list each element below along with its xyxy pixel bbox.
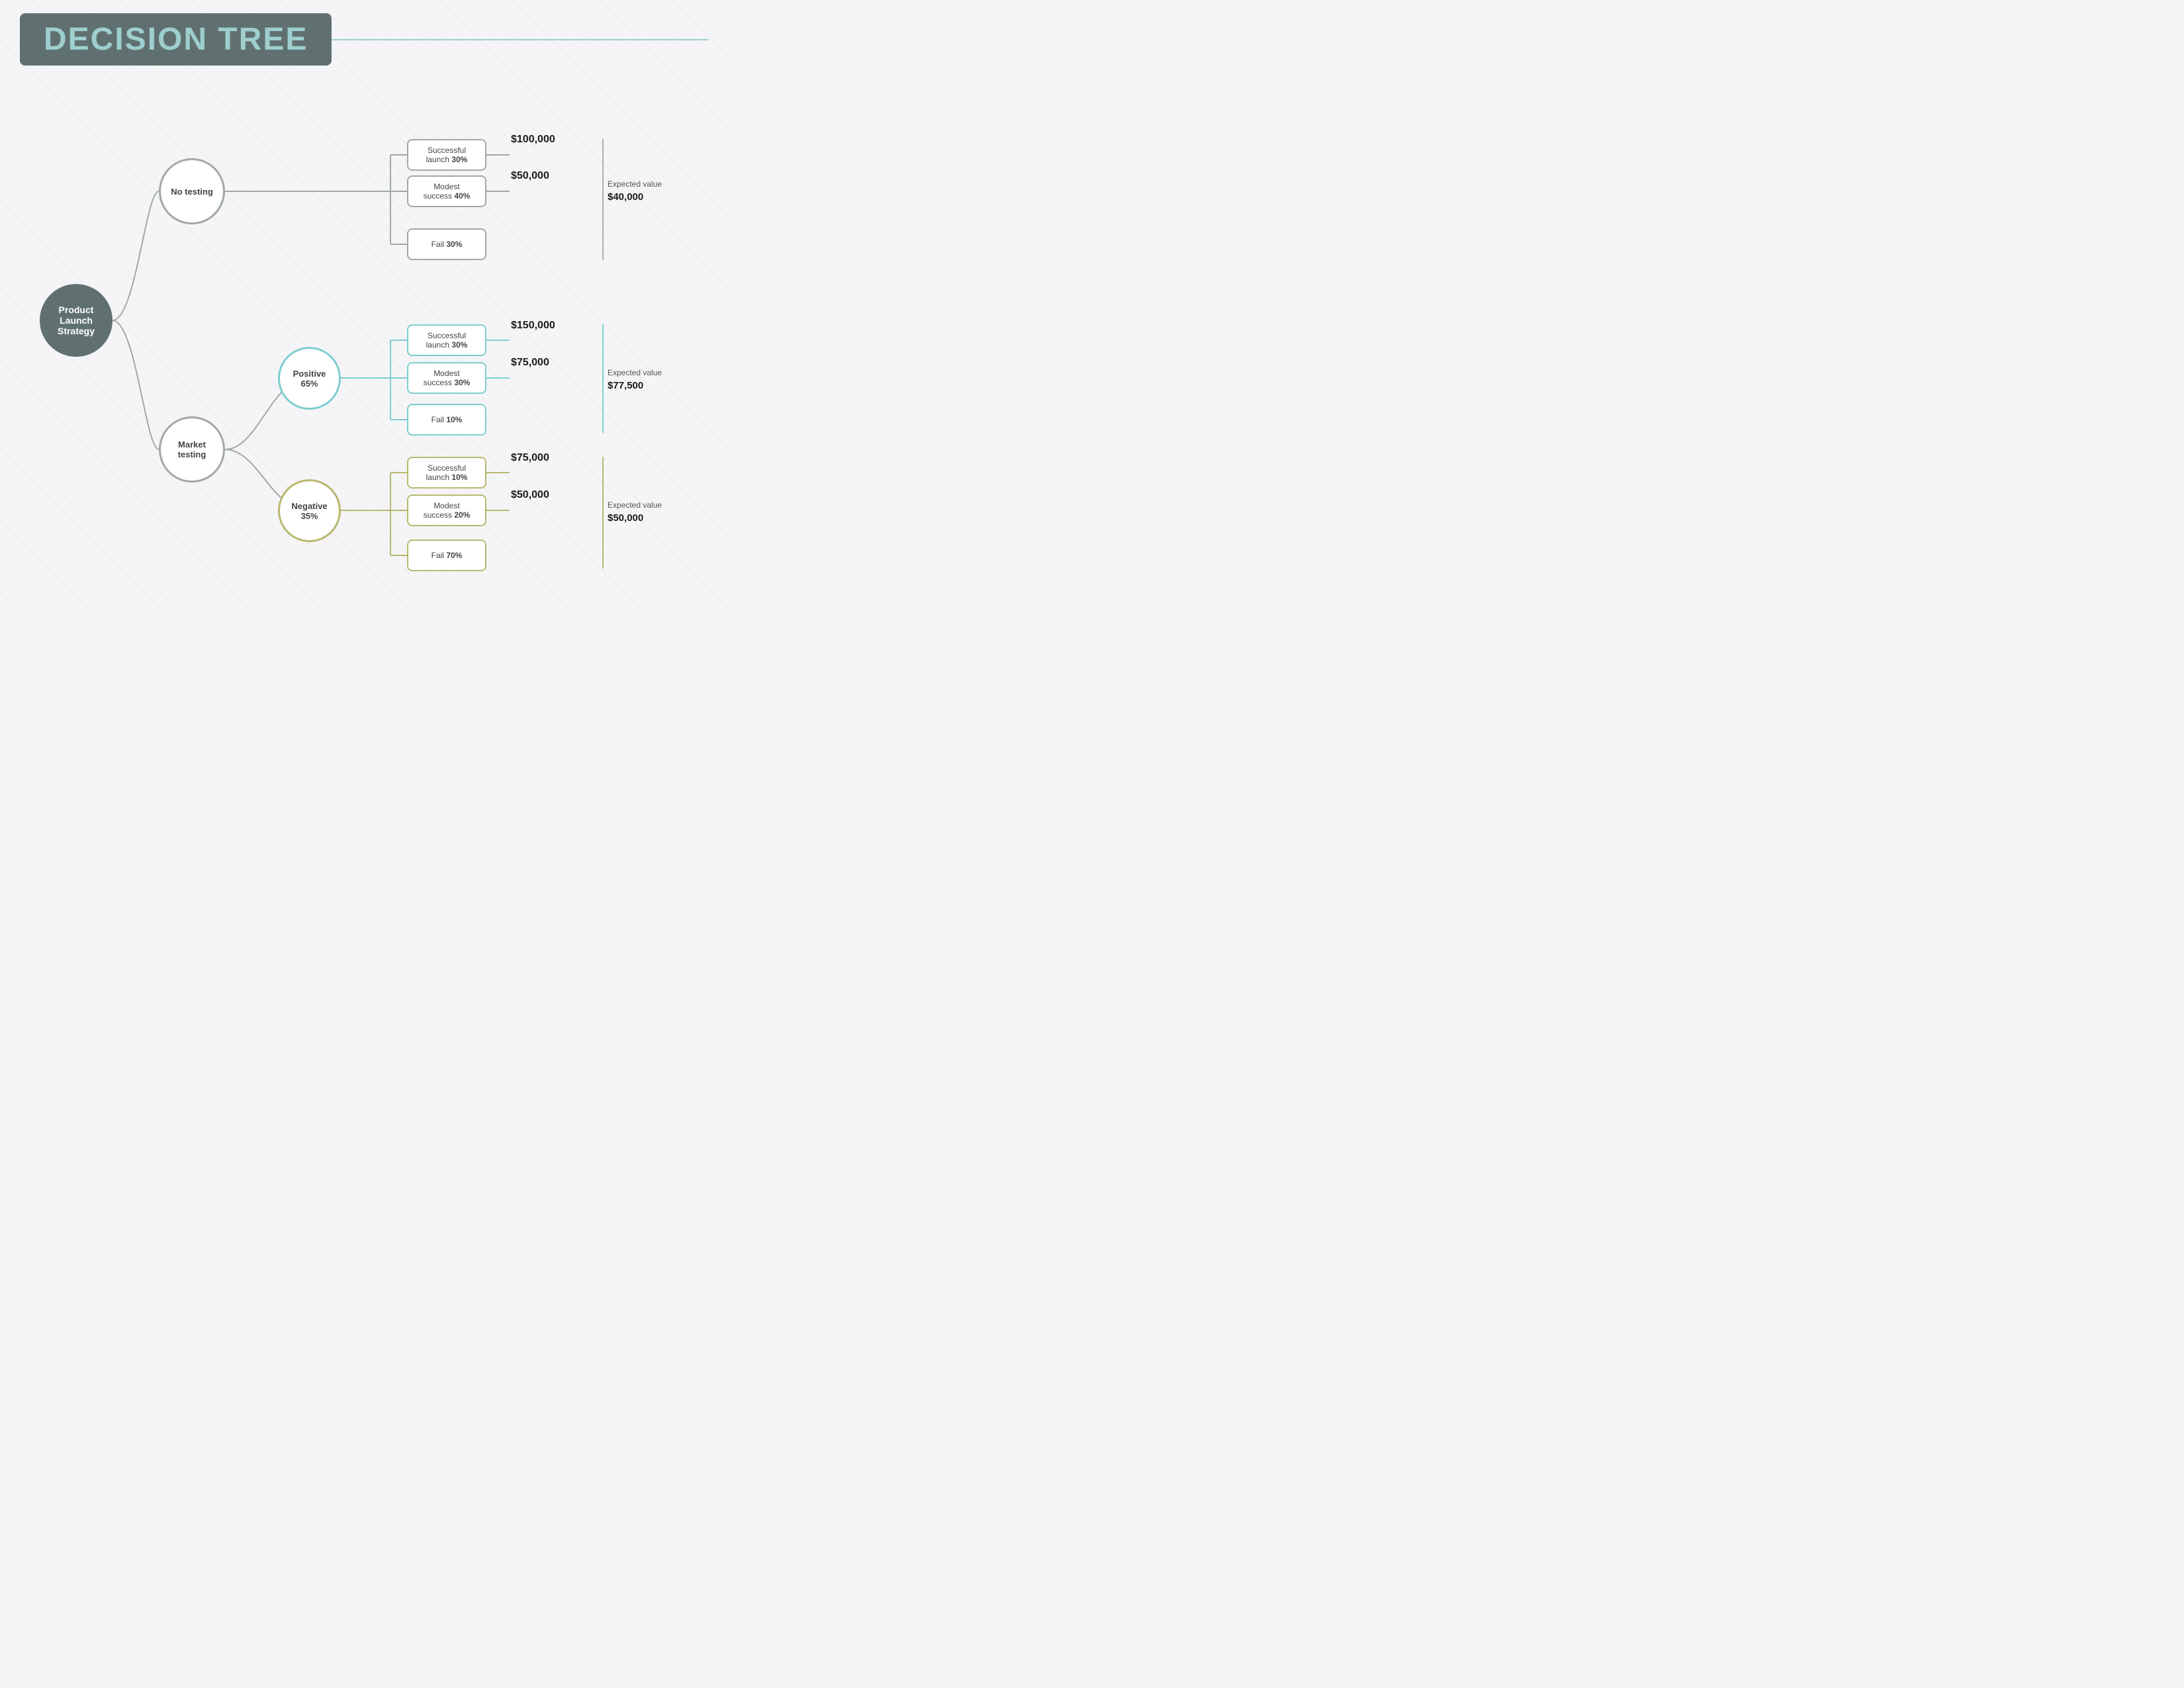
positive-ev-value: $77,500 — [608, 379, 662, 394]
header-badge: DECISION TREE — [20, 13, 332, 66]
header: DECISION TREE — [20, 13, 708, 66]
market-testing-circle: Market testing — [159, 416, 225, 483]
positive-circle: Positive65% — [278, 347, 341, 410]
negative-ev-bar — [602, 457, 604, 569]
positive-value-1: $150,000 — [511, 320, 555, 332]
no-testing-ev-panel: Expected value $40,000 — [608, 178, 662, 205]
page-container: DECISION TREE — [0, 0, 728, 608]
root-label: ProductLaunchStrategy — [58, 305, 95, 336]
negative-value-1: $75,000 — [511, 452, 549, 464]
negative-pct: 35% — [300, 511, 318, 521]
tree-svg-lines — [20, 92, 708, 595]
no-testing-ev-label: Expected value — [608, 178, 662, 190]
positive-value-2: $75,000 — [511, 357, 549, 369]
negative-ev-label: Expected value — [608, 499, 662, 511]
no-testing-value-2: $50,000 — [511, 170, 549, 182]
tree-area: ProductLaunchStrategy No testing Market … — [20, 92, 708, 595]
header-line — [332, 39, 708, 40]
no-testing-value-1: $100,000 — [511, 134, 555, 146]
no-testing-outcome-2: Modestsuccess 40% — [407, 175, 486, 207]
positive-outcome-2: Modestsuccess 30% — [407, 362, 486, 394]
market-testing-label: Market testing — [178, 440, 206, 459]
negative-value-2: $50,000 — [511, 489, 549, 501]
page-title: DECISION TREE — [44, 22, 308, 57]
negative-outcome-2: Modestsuccess 20% — [407, 494, 486, 526]
no-testing-label: No testing — [171, 187, 213, 197]
no-testing-circle: No testing — [159, 158, 225, 224]
no-testing-ev-bar — [602, 139, 604, 260]
positive-outcome-3: Fail 10% — [407, 404, 486, 436]
negative-label: Negative35% — [291, 501, 327, 521]
negative-outcome-3: Fail 70% — [407, 539, 486, 571]
positive-pct: 65% — [300, 379, 318, 389]
negative-ev-value: $50,000 — [608, 511, 662, 526]
positive-ev-bar — [602, 324, 604, 433]
negative-ev-panel: Expected value $50,000 — [608, 499, 662, 526]
no-testing-ev-value: $40,000 — [608, 190, 662, 205]
root-circle: ProductLaunchStrategy — [40, 284, 113, 357]
negative-circle: Negative35% — [278, 479, 341, 542]
positive-ev-label: Expected value — [608, 367, 662, 379]
positive-ev-panel: Expected value $77,500 — [608, 367, 662, 394]
positive-outcome-1: Successfullaunch 30% — [407, 324, 486, 356]
positive-label: Positive65% — [293, 369, 326, 389]
no-testing-outcome-3: Fail 30% — [407, 228, 486, 260]
negative-outcome-1: Successfullaunch 10% — [407, 457, 486, 489]
no-testing-outcome-1: Successfullaunch 30% — [407, 139, 486, 171]
